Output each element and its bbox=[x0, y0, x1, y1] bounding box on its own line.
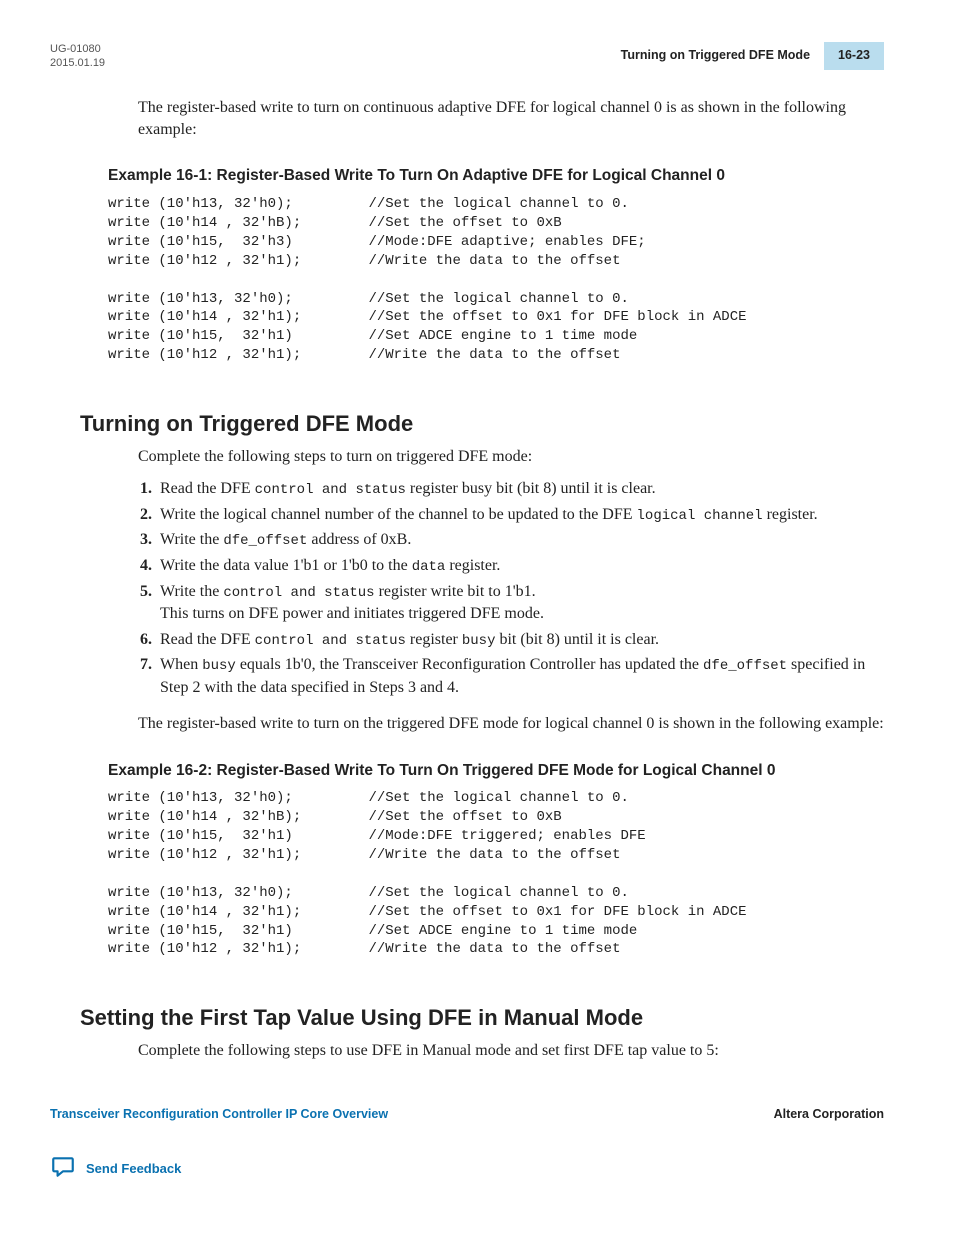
step-3: Write the dfe_offset address of 0xB. bbox=[156, 529, 884, 552]
section1-steps: Read the DFE control and status register… bbox=[138, 478, 884, 699]
footer-corporation: Altera Corporation bbox=[774, 1106, 884, 1124]
doc-date: 2015.01.19 bbox=[50, 56, 105, 70]
page-number: 16-23 bbox=[824, 42, 884, 70]
send-feedback-link[interactable]: Send Feedback bbox=[50, 1154, 884, 1185]
example-2-code: write (10'h13, 32'h0); //Set the logical… bbox=[108, 789, 884, 959]
feedback-icon bbox=[50, 1154, 76, 1185]
intro-paragraph: The register-based write to turn on cont… bbox=[138, 97, 884, 142]
running-title: Turning on Triggered DFE Mode bbox=[617, 42, 824, 70]
example-1-code: write (10'h13, 32'h0); //Set the logical… bbox=[108, 195, 884, 365]
running-header: Turning on Triggered DFE Mode 16-23 bbox=[617, 42, 884, 70]
section-heading-first-tap: Setting the First Tap Value Using DFE in… bbox=[80, 1003, 884, 1034]
section1-intro: Complete the following steps to turn on … bbox=[138, 446, 884, 468]
step-4: Write the data value 1'b1 or 1'b0 to the… bbox=[156, 555, 884, 578]
section2-intro: Complete the following steps to use DFE … bbox=[138, 1040, 884, 1062]
step-5: Write the control and status register wr… bbox=[156, 581, 884, 626]
step-2: Write the logical channel number of the … bbox=[156, 504, 884, 527]
page-footer: Transceiver Reconfiguration Controller I… bbox=[50, 1106, 884, 1185]
doc-id-block: UG-01080 2015.01.19 bbox=[50, 42, 105, 71]
section1-outro: The register-based write to turn on the … bbox=[138, 713, 884, 735]
step-6: Read the DFE control and status register… bbox=[156, 629, 884, 652]
step-1: Read the DFE control and status register… bbox=[156, 478, 884, 501]
example-1-title: Example 16-1: Register-Based Write To Tu… bbox=[108, 165, 884, 187]
doc-id: UG-01080 bbox=[50, 42, 105, 56]
feedback-label: Send Feedback bbox=[86, 1160, 181, 1178]
page-header: UG-01080 2015.01.19 Turning on Triggered… bbox=[50, 42, 884, 71]
example-2-title: Example 16-2: Register-Based Write To Tu… bbox=[108, 760, 884, 782]
footer-link[interactable]: Transceiver Reconfiguration Controller I… bbox=[50, 1106, 388, 1124]
step-7: When busy equals 1b'0, the Transceiver R… bbox=[156, 654, 884, 699]
section-heading-triggered-dfe: Turning on Triggered DFE Mode bbox=[80, 409, 884, 440]
